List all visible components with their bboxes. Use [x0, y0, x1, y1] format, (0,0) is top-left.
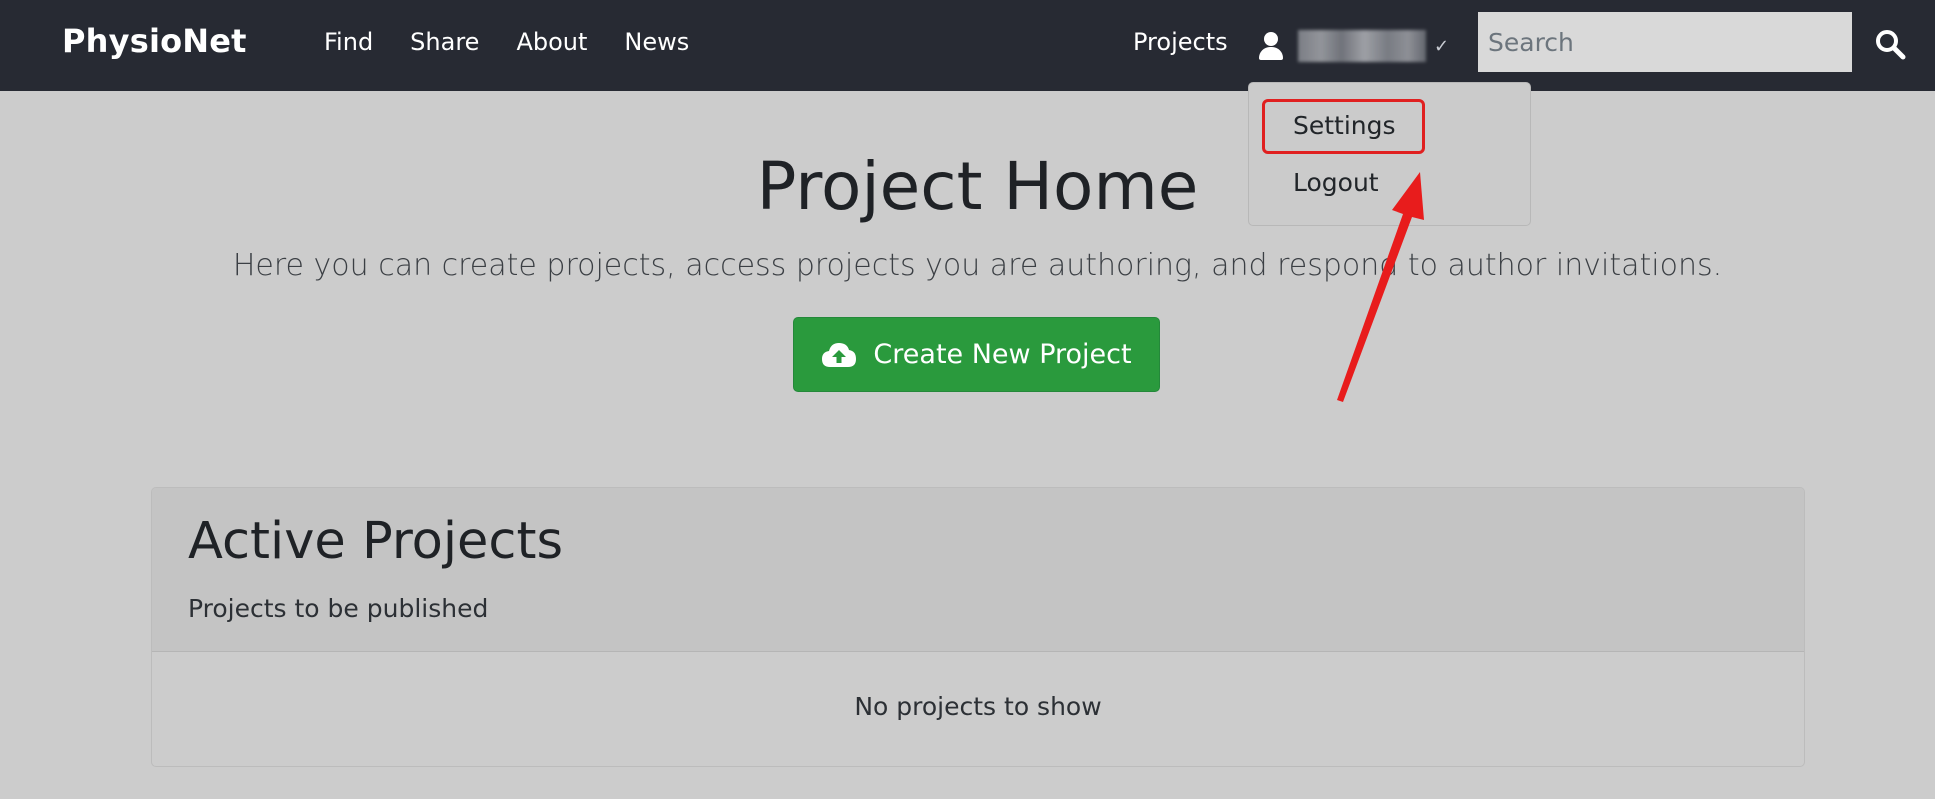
nav-link-about[interactable]: About — [516, 28, 587, 56]
nav-link-share[interactable]: Share — [410, 28, 479, 56]
dropdown-item-settings[interactable]: Settings — [1293, 111, 1396, 140]
nav-link-find[interactable]: Find — [324, 28, 373, 56]
chevron-down-icon: ✓ — [1434, 35, 1450, 57]
active-projects-card: Active Projects Projects to be published… — [151, 487, 1805, 767]
nav-link-projects[interactable]: Projects — [1133, 28, 1228, 56]
card-title: Active Projects — [188, 512, 564, 571]
card-body: No projects to show — [152, 652, 1804, 766]
user-icon — [1258, 31, 1284, 61]
top-navbar: PhysioNet Find Share About News Projects… — [0, 0, 1935, 91]
create-button-label: Create New Project — [873, 339, 1132, 370]
cloud-upload-icon — [822, 342, 857, 367]
page-title: Project Home — [756, 148, 1199, 225]
primary-nav: Find Share About News — [324, 28, 726, 56]
search-input[interactable] — [1478, 12, 1852, 72]
card-header: Active Projects Projects to be published — [152, 488, 1804, 652]
nav-link-news[interactable]: News — [624, 28, 689, 56]
empty-state-text: No projects to show — [854, 692, 1102, 721]
search-icon[interactable] — [1874, 28, 1906, 60]
brand-logo-link[interactable]: PhysioNet — [62, 22, 247, 60]
user-menu-toggle[interactable]: username ✓ — [1258, 26, 1449, 66]
card-subtitle: Projects to be published — [188, 594, 489, 623]
create-new-project-button[interactable]: Create New Project — [793, 317, 1160, 392]
page-subtitle: Here you can create projects, access pro… — [232, 248, 1723, 283]
username-blurred: username — [1298, 30, 1426, 62]
